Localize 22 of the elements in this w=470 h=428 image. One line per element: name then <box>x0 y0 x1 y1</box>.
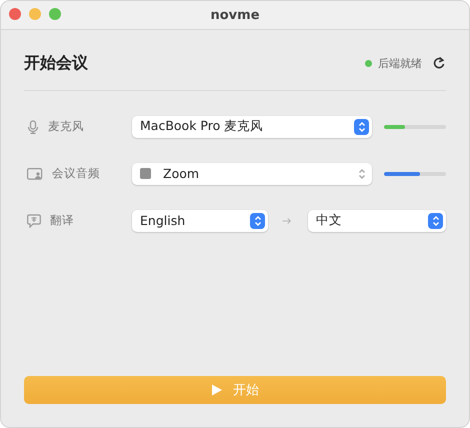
zoom-button[interactable] <box>49 8 61 20</box>
row-label: 会议音频 <box>52 166 100 181</box>
target-language-select[interactable]: 中文 <box>308 210 446 232</box>
play-icon <box>211 384 223 396</box>
row-label: 翻译 <box>50 213 74 228</box>
stepper-icon <box>428 212 443 228</box>
arrow-right-icon <box>282 216 291 226</box>
minimize-button[interactable] <box>29 8 41 20</box>
device-select[interactable]: MacBook Pro 麦克风 <box>132 116 372 138</box>
page-heading: 开始会议 <box>24 52 88 74</box>
window-title: novme <box>210 8 260 22</box>
app-swatch-icon <box>140 168 151 179</box>
screen-person-icon <box>27 168 43 180</box>
refresh-icon[interactable] <box>432 56 446 70</box>
status-text: 后端就绪 <box>378 56 422 70</box>
row-label: 麦克风 <box>48 119 84 134</box>
device-select[interactable]: Zoom <box>132 162 372 184</box>
source-language-select[interactable]: English <box>132 210 268 232</box>
stepper-icon <box>250 212 265 228</box>
close-button[interactable] <box>9 8 21 20</box>
translate-bubble-icon <box>27 214 41 228</box>
microphone-icon <box>27 120 39 134</box>
